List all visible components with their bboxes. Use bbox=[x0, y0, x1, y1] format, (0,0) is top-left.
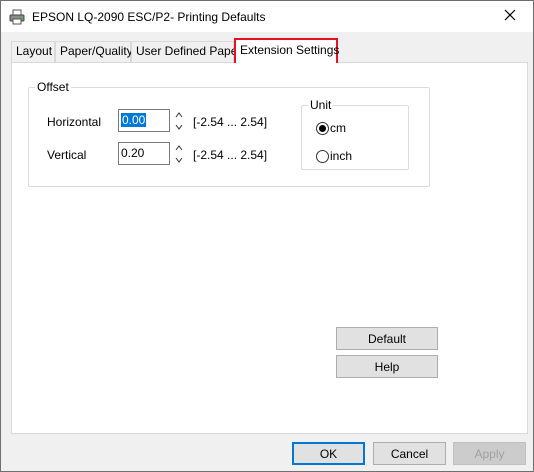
horizontal-label: Horizontal bbox=[47, 115, 102, 129]
radio-inch[interactable] bbox=[316, 149, 329, 163]
default-button[interactable]: Default bbox=[336, 327, 438, 350]
spin-up-icon[interactable] bbox=[173, 109, 185, 120]
spin-up-icon[interactable] bbox=[173, 142, 185, 153]
tab-paper-quality[interactable]: Paper/Quality bbox=[55, 41, 133, 62]
tab-user-defined-paper[interactable]: User Defined Paper bbox=[131, 41, 241, 62]
printer-icon bbox=[9, 9, 25, 25]
horizontal-spinner[interactable] bbox=[173, 109, 185, 132]
vertical-offset-input[interactable]: 0.20 bbox=[118, 142, 170, 165]
unit-cm-option[interactable]: cm bbox=[316, 120, 346, 136]
vertical-spinner[interactable] bbox=[173, 142, 185, 165]
extension-settings-panel: Offset Horizontal 0.00 [-2.54 ... 2.54] … bbox=[11, 62, 528, 434]
horizontal-range: [-2.54 ... 2.54] bbox=[193, 115, 268, 129]
tab-extension-settings[interactable]: Extension Settings bbox=[234, 38, 339, 63]
unit-group: Unit cm inch bbox=[301, 98, 409, 170]
spin-down-icon[interactable] bbox=[173, 154, 185, 165]
tab-layout[interactable]: Layout bbox=[11, 41, 55, 62]
ok-button[interactable]: OK bbox=[292, 442, 365, 465]
offset-group-label: Offset bbox=[35, 80, 71, 94]
title-bar: EPSON LQ-2090 ESC/P2- Printing Defaults bbox=[1, 1, 533, 32]
offset-group: Offset Horizontal 0.00 [-2.54 ... 2.54] … bbox=[28, 80, 430, 187]
tab-strip: Layout Paper/Quality User Defined Paper … bbox=[1, 38, 533, 63]
unit-group-label: Unit bbox=[308, 98, 334, 112]
window-title: EPSON LQ-2090 ESC/P2- Printing Defaults bbox=[32, 10, 266, 24]
radio-cm[interactable] bbox=[316, 121, 329, 135]
unit-inch-option[interactable]: inch bbox=[316, 148, 352, 164]
apply-button[interactable]: Apply bbox=[453, 442, 526, 465]
help-button[interactable]: Help bbox=[336, 355, 438, 378]
close-button[interactable] bbox=[487, 1, 533, 32]
vertical-range: [-2.54 ... 2.54] bbox=[193, 148, 268, 162]
horizontal-offset-input[interactable]: 0.00 bbox=[118, 109, 170, 132]
spin-down-icon[interactable] bbox=[173, 121, 185, 132]
printing-defaults-dialog: EPSON LQ-2090 ESC/P2- Printing Defaults … bbox=[0, 0, 534, 472]
cancel-button[interactable]: Cancel bbox=[373, 442, 446, 465]
vertical-label: Vertical bbox=[47, 148, 87, 162]
close-icon bbox=[504, 9, 516, 24]
